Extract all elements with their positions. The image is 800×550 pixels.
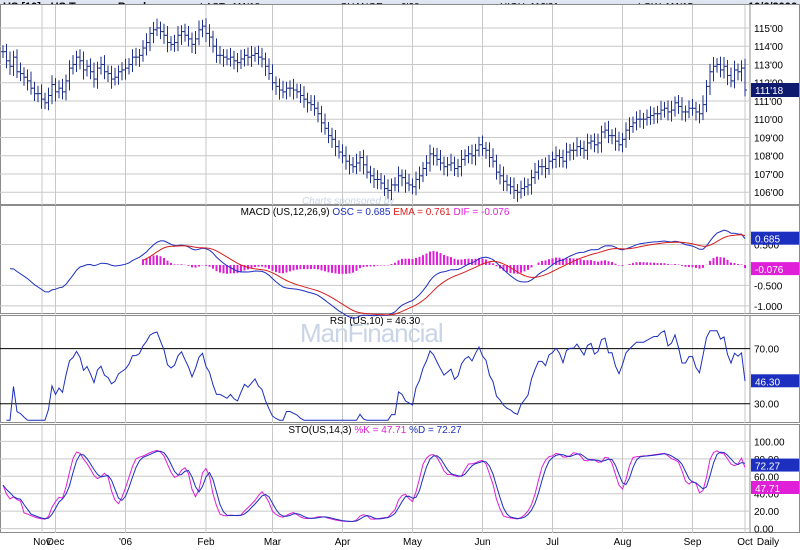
macd-ema-legend: EMA = 0.761 — [393, 207, 451, 218]
y-tick-label: 107'00 — [754, 170, 784, 181]
rsi-last-label: 46.30 — [755, 377, 780, 388]
x-tick-label: Daily — [757, 537, 779, 548]
sto-k-last-label: 47.71 — [755, 484, 780, 495]
x-tick-label: Apr — [335, 537, 351, 548]
x-tick-label: May — [403, 537, 422, 548]
x-tick-label: Dec — [47, 537, 65, 548]
x-tick-label: '06 — [119, 537, 132, 548]
sto-title: STO(US,14,3) — [288, 425, 352, 436]
y-tick-label: 106'00 — [754, 188, 784, 199]
macd-last-label: 0.685 — [755, 235, 780, 246]
panel-frame — [0, 205, 800, 314]
sto-d-last-label: 72.27 — [755, 462, 780, 473]
y-tick-label: 30.00 — [754, 400, 779, 411]
chart-canvas: NovDec '06 Feb Mar Apr May Jun Jul Aug Sep Oct Dail… — [0, 4, 800, 548]
y-tick-label: 115'00 — [754, 24, 783, 35]
macd-title-row: MACD (US,12,26,9) OSC = 0.685 EMA = 0.76… — [0, 207, 750, 218]
y-tick-label: 100.00 — [754, 437, 785, 448]
macd-dif-legend: DIF = -0.076 — [453, 207, 510, 218]
sto-k-legend: %K = 47.71 — [354, 425, 407, 436]
y-tick-label: 111'00 — [754, 97, 783, 108]
panel-frame — [0, 424, 800, 533]
x-tick-label: Jul — [546, 537, 559, 548]
x-tick-label: Mar — [264, 537, 282, 548]
sto-d-legend: %D = 72.27 — [409, 425, 462, 436]
last-price-label: 111'18 — [755, 86, 784, 97]
y-tick-label: 108'00 — [754, 152, 784, 163]
x-tick-label: Aug — [614, 537, 632, 548]
sto-title-row: STO(US,14,3) %K = 47.71 %D = 72.27 — [0, 425, 750, 436]
dif-last-label: -0.076 — [755, 265, 784, 276]
y-tick-label: 114'00 — [754, 42, 783, 53]
rsi-title: RSI (US,10) = 46.30 — [329, 316, 421, 327]
macd-title: MACD (US,12,26,9) — [240, 207, 330, 218]
x-tick-label: Sep — [684, 537, 702, 548]
panel-frame — [0, 4, 800, 205]
x-tick-label: Feb — [197, 537, 215, 548]
macd-osc-legend: OSC = 0.685 — [332, 207, 391, 218]
x-tick-label: Oct — [737, 537, 753, 548]
y-tick-label: -0.500 — [754, 281, 783, 292]
y-tick-label: 0.00 — [754, 525, 774, 536]
y-tick-label: -1.000 — [754, 302, 783, 313]
y-tick-label: 113'00 — [754, 60, 783, 71]
y-tick-label: 109'00 — [754, 133, 784, 144]
x-tick-label: Jun — [474, 537, 490, 548]
y-tick-label: 70.00 — [754, 345, 779, 356]
sponsor-watermark: Charts sponsored by — [302, 196, 395, 207]
y-tick-label: 110'00 — [754, 115, 783, 126]
y-tick-label: 20.00 — [754, 507, 779, 518]
